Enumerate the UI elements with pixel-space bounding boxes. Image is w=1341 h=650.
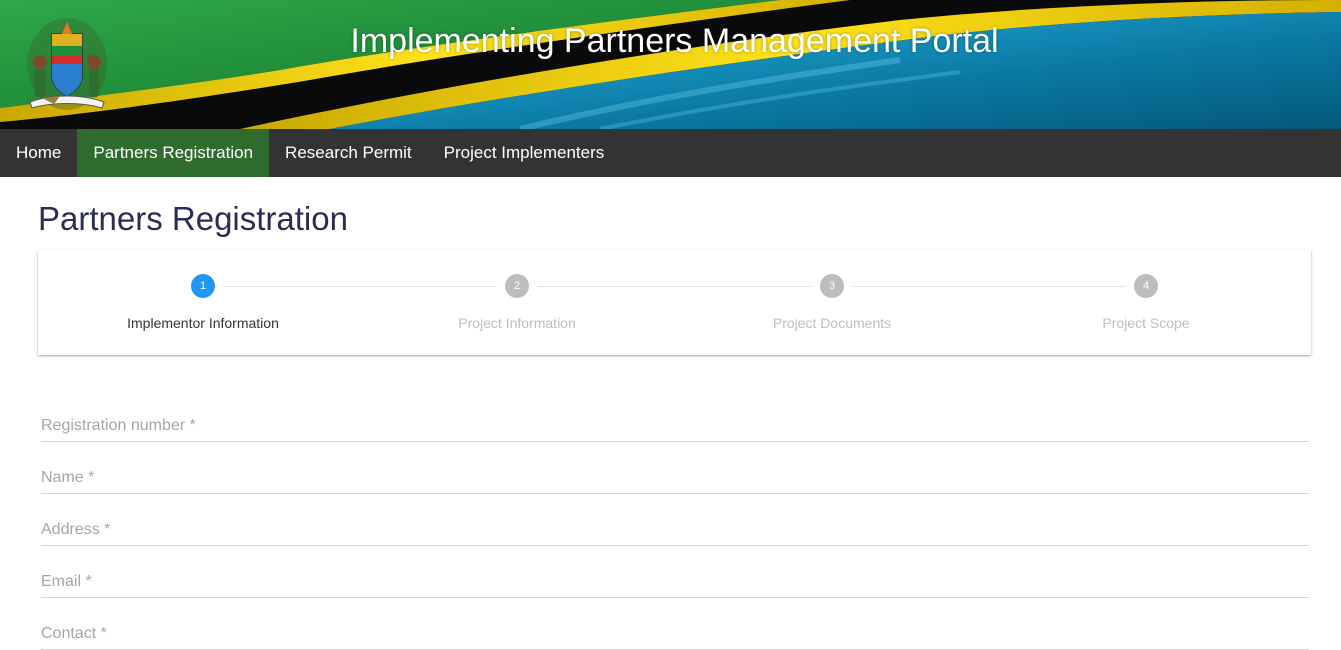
address-input[interactable] — [41, 515, 1309, 545]
contact-input[interactable] — [41, 619, 1309, 649]
flag-background — [0, 0, 1341, 129]
nav-home[interactable]: Home — [0, 129, 77, 177]
step-number-badge: 2 — [505, 274, 529, 298]
step-project-scope[interactable]: 4 Project Scope — [981, 250, 1295, 355]
step-label: Implementor Information — [127, 315, 279, 331]
name-field — [41, 463, 1309, 494]
contact-field — [41, 619, 1309, 650]
step-project-documents[interactable]: 3 Project Documents — [667, 250, 981, 355]
header-banner: Implementing Partners Management Portal — [0, 0, 1341, 129]
step-implementor-information[interactable]: 1 Implementor Information — [38, 250, 352, 355]
step-project-information[interactable]: 2 Project Information — [352, 250, 666, 355]
registration-number-field — [41, 411, 1309, 442]
page-title: Partners Registration — [38, 200, 348, 237]
step-number-badge: 1 — [191, 274, 215, 298]
portal-title: Implementing Partners Management Portal — [350, 22, 999, 60]
step-label: Project Scope — [1102, 315, 1190, 331]
step-label: Project Information — [458, 315, 576, 331]
step-label: Project Documents — [772, 315, 892, 331]
address-field — [41, 515, 1309, 546]
nav-partners-registration[interactable]: Partners Registration — [77, 129, 270, 177]
registration-number-input[interactable] — [41, 411, 1309, 441]
name-input[interactable] — [41, 463, 1309, 493]
email-field — [41, 567, 1309, 598]
registration-stepper: 1 Implementor Information 2 Project Info… — [38, 250, 1311, 355]
nav-project-implementers[interactable]: Project Implementers — [428, 129, 621, 177]
step-number-badge: 4 — [1134, 274, 1158, 298]
nav-research-permit[interactable]: Research Permit — [269, 129, 428, 177]
step-number-badge: 3 — [820, 274, 844, 298]
email-input[interactable] — [41, 567, 1309, 597]
main-navigation: Home Partners Registration Research Perm… — [0, 129, 1341, 177]
